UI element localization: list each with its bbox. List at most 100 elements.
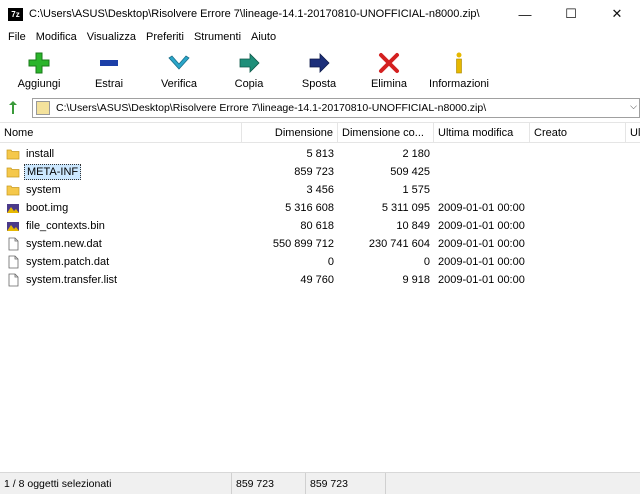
menu-file[interactable]: File — [3, 28, 31, 47]
file-row[interactable]: file_contexts.bin 80 618 10 849 2009-01-01 … — [0, 217, 640, 235]
delete-label: Elimina — [370, 78, 408, 90]
file-packed-size: 5 311 095 — [381, 202, 430, 214]
archive-icon — [36, 101, 50, 115]
file-modified — [438, 181, 534, 199]
folder-up-button[interactable] — [3, 97, 25, 119]
column-accessed[interactable]: Ul — [626, 123, 640, 143]
delete-button[interactable]: Elimina — [354, 48, 424, 94]
list-empty-area — [0, 450, 640, 472]
chevron-down-icon[interactable]: ⌵ — [630, 101, 637, 112]
file-size: 0 — [327, 256, 334, 268]
folder-icon — [6, 167, 20, 178]
file-name-cell: system.patch.dat — [6, 253, 226, 271]
file-modified: 2009-01-01 00:00 — [438, 256, 525, 268]
status-bar: 1 / 8 oggetti selezionati 859 723 859 72… — [0, 472, 640, 494]
file-name-cell: install — [6, 145, 226, 163]
menu-view[interactable]: Visualizza — [82, 28, 141, 47]
move-label: Sposta — [301, 78, 337, 90]
info-button[interactable]: Informazioni — [424, 48, 494, 94]
file-name: install — [26, 148, 55, 160]
file-name: system — [26, 184, 61, 196]
column-packed-size[interactable]: Dimensione co... — [338, 123, 434, 143]
file-packed-size: 230 741 604 — [368, 238, 430, 250]
copy-button[interactable]: Copia — [214, 48, 284, 94]
column-created[interactable]: Creato — [530, 123, 626, 143]
file-row[interactable]: META-INF 859 723 509 425 — [0, 163, 640, 181]
add-label: Aggiungi — [17, 78, 61, 90]
menu-help[interactable]: Aiuto — [246, 28, 281, 47]
file-packed-size: 10 849 — [396, 220, 430, 232]
file-row[interactable]: install 5 813 2 180 — [0, 145, 640, 163]
file-size: 5 813 — [306, 148, 334, 160]
column-modified[interactable]: Ultima modifica — [434, 123, 530, 143]
test-button[interactable]: Verifica — [144, 48, 214, 94]
file-packed-size: 2 180 — [402, 148, 430, 160]
file-name: file_contexts.bin — [26, 220, 105, 232]
add-button[interactable]: Aggiungi — [4, 48, 74, 94]
extract-button[interactable]: Estrai — [74, 48, 144, 94]
file-packed-size: 1 575 — [402, 184, 430, 196]
add-icon — [28, 52, 50, 74]
file-name-cell: system — [6, 181, 226, 199]
menu-bar: File Modifica Visualizza Preferiti Strum… — [0, 28, 640, 47]
path-text: C:\Users\ASUS\Desktop\Risolvere Errore 7… — [56, 102, 487, 114]
file-list[interactable]: Nome Dimensione Dimensione co... Ultima … — [0, 122, 640, 450]
move-button[interactable]: Sposta — [284, 48, 354, 94]
folder-up-icon — [9, 101, 17, 114]
test-icon — [168, 55, 190, 70]
7zip-app-icon: 7z — [8, 7, 23, 21]
file-size: 859 723 — [294, 166, 334, 178]
file-name-cell: META-INF — [6, 163, 226, 181]
file-modified: 2009-01-01 00:00 — [438, 202, 525, 214]
extract-label: Estrai — [94, 78, 124, 90]
close-button[interactable]: ✕ — [594, 0, 640, 28]
file-name-cell: system.new.dat — [6, 235, 226, 253]
move-icon — [309, 53, 330, 73]
maximize-button[interactable]: ☐ — [548, 0, 594, 28]
column-name[interactable]: Nome — [0, 123, 242, 143]
file-size: 80 618 — [300, 220, 334, 232]
title-bar: 7z C:\Users\ASUS\Desktop\Risolvere Error… — [0, 0, 640, 28]
menu-edit[interactable]: Modifica — [31, 28, 82, 47]
delete-icon — [379, 53, 399, 73]
file-row[interactable]: boot.img 5 316 608 5 311 095 2009-01-01 00:… — [0, 199, 640, 217]
folder-icon — [6, 149, 20, 160]
file-name-cell: boot.img — [6, 199, 226, 217]
file-row[interactable]: system.patch.dat 0 0 2009-01-01 00:00 — [0, 253, 640, 271]
test-label: Verifica — [160, 78, 198, 90]
file-row[interactable]: system.new.dat 550 899 712 230 741 604 2009… — [0, 235, 640, 253]
file-name: boot.img — [26, 202, 69, 214]
extract-icon — [100, 60, 118, 66]
status-packed: 859 723 — [306, 473, 386, 494]
info-label: Informazioni — [429, 78, 489, 90]
file-icon — [8, 273, 19, 287]
column-size[interactable]: Dimensione — [242, 123, 338, 143]
folder-icon — [6, 185, 20, 196]
file-row[interactable]: system 3 456 1 575 — [0, 181, 640, 199]
file-row[interactable]: system.transfer.list 49 760 9 918 2009-01-0… — [0, 271, 640, 289]
disk-image-icon — [7, 204, 19, 213]
file-packed-size: 9 918 — [402, 274, 430, 286]
status-size: 859 723 — [232, 473, 306, 494]
file-modified: 2009-01-01 00:00 — [438, 274, 525, 286]
file-icon — [8, 255, 19, 269]
file-name: META-INF — [24, 164, 82, 180]
list-header: Nome Dimensione Dimensione co... Ultima … — [0, 123, 640, 143]
minimize-button[interactable]: — — [502, 0, 548, 28]
path-field[interactable]: C:\Users\ASUS\Desktop\Risolvere Errore 7… — [32, 98, 640, 118]
window-controls: — ☐ ✕ — [502, 0, 640, 28]
file-name: system.transfer.list — [26, 274, 118, 286]
file-name-cell: system.transfer.list — [6, 271, 226, 289]
file-modified — [438, 145, 534, 163]
copy-icon — [239, 53, 260, 73]
file-name-cell: file_contexts.bin — [6, 217, 226, 235]
file-name: system.patch.dat — [26, 256, 110, 268]
menu-tools[interactable]: Strumenti — [189, 28, 246, 47]
file-icon — [8, 237, 19, 251]
menu-favorites[interactable]: Preferiti — [141, 28, 189, 47]
file-packed-size: 509 425 — [390, 166, 430, 178]
file-modified: 2009-01-01 00:00 — [438, 220, 525, 232]
info-icon — [456, 52, 462, 74]
disk-image-icon — [7, 222, 19, 231]
file-size: 5 316 608 — [285, 202, 334, 214]
